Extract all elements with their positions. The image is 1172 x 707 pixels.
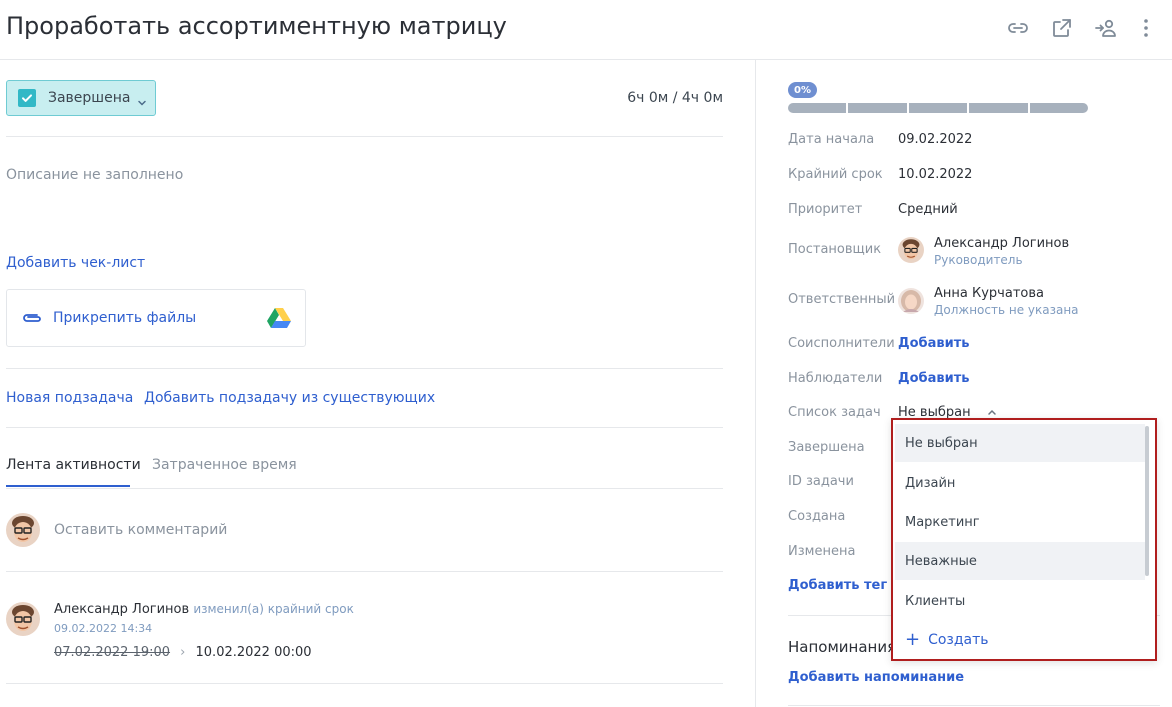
time-tracking[interactable]: 6ч 0м / 4ч 0м [627, 90, 723, 106]
assignee-label: Ответственный [788, 292, 896, 307]
divider [788, 705, 1160, 706]
chevron-down-icon [137, 93, 147, 106]
activity-change: 07.02.2022 19:00 › 10.02.2022 00:00 [54, 645, 312, 660]
tab-time-spent[interactable]: Затраченное время [152, 457, 297, 473]
old-value: 07.02.2022 19:00 [54, 645, 171, 660]
page-title: Проработать ассортиментную матрицу [6, 12, 507, 40]
dropdown-option[interactable]: Дизайн [895, 464, 1145, 502]
attach-files-button[interactable]: Прикрепить файлы [6, 289, 306, 347]
author-name[interactable]: Александр Логинов [934, 236, 1069, 251]
arrow-separator: › [180, 645, 186, 660]
active-tab-indicator [6, 485, 130, 487]
coexecutors-label: Соисполнители [788, 336, 895, 351]
status-label: Завершена [48, 90, 131, 106]
activity-entry: Александр Логинов изменил(а) крайний сро… [54, 602, 354, 617]
start-date-label: Дата начала [788, 132, 875, 147]
tasklist-dropdown[interactable]: Не выбран Дизайн Маркетинг Неважные Клие… [891, 418, 1157, 661]
google-drive-icon[interactable] [267, 307, 291, 333]
assign-user-icon[interactable] [1094, 16, 1118, 40]
add-observer-link[interactable]: Добавить [898, 371, 969, 386]
assignee-name[interactable]: Анна Курчатова [934, 286, 1044, 301]
priority-value[interactable]: Средний [898, 202, 958, 217]
new-subtask-link[interactable]: Новая подзадача [6, 390, 133, 406]
add-existing-subtask-link[interactable]: Добавить подзадачу из существующих [144, 390, 435, 406]
panel-divider [755, 60, 756, 707]
attach-files-label: Прикрепить файлы [53, 310, 197, 326]
dropdown-option[interactable]: Неважные [895, 542, 1145, 580]
more-vertical-icon[interactable] [1134, 16, 1158, 40]
create-label: Создать [928, 632, 989, 648]
activity-action: изменил(а) крайний срок [193, 602, 354, 616]
add-tag-link[interactable]: Добавить тег [788, 578, 887, 593]
avatar[interactable] [898, 237, 924, 263]
avatar [6, 513, 40, 547]
dropdown-option[interactable]: Не выбран [895, 424, 1145, 462]
paperclip-icon [21, 309, 43, 328]
reminders-title: Напоминания [788, 638, 897, 656]
deadline-value[interactable]: 10.02.2022 [898, 167, 972, 182]
divider [6, 571, 723, 572]
add-reminder-link[interactable]: Добавить напоминание [788, 670, 964, 685]
divider [6, 683, 723, 684]
priority-label: Приоритет [788, 202, 863, 217]
assignee-role: Должность не указана [934, 303, 1079, 317]
new-value: 10.02.2022 00:00 [195, 645, 312, 660]
create-tasklist-button[interactable]: + Создать [905, 629, 989, 650]
observers-label: Наблюдатели [788, 371, 883, 386]
check-icon [18, 89, 36, 107]
divider [6, 427, 723, 428]
link-icon[interactable] [1006, 16, 1030, 40]
dropdown-option[interactable]: Маркетинг [895, 503, 1145, 541]
header-divider [0, 59, 1172, 60]
start-date-value[interactable]: 09.02.2022 [898, 132, 972, 147]
plus-icon: + [905, 629, 921, 650]
dropdown-option[interactable]: Клиенты [895, 582, 1145, 620]
deadline-label: Крайний срок [788, 167, 883, 182]
task-id-label: ID задачи [788, 474, 854, 489]
add-coexecutor-link[interactable]: Добавить [898, 336, 969, 351]
progress-bar[interactable] [788, 103, 1089, 113]
tasklist-label: Список задач [788, 405, 881, 420]
avatar [6, 602, 40, 636]
comment-input[interactable]: Оставить комментарий [54, 522, 227, 538]
created-label: Создана [788, 509, 846, 524]
author-label: Постановщик [788, 242, 882, 257]
avatar[interactable] [898, 288, 924, 314]
divider [6, 368, 723, 369]
activity-author[interactable]: Александр Логинов [54, 602, 189, 617]
completed-label: Завершена [788, 440, 865, 455]
add-checklist-link[interactable]: Добавить чек-лист [6, 255, 145, 271]
activity-timestamp: 09.02.2022 14:34 [54, 622, 153, 635]
tab-activity[interactable]: Лента активности [6, 457, 141, 473]
scrollbar[interactable] [1145, 426, 1149, 576]
description-placeholder[interactable]: Описание не заполнено [6, 167, 183, 183]
modified-label: Изменена [788, 544, 856, 559]
open-external-icon[interactable] [1050, 16, 1074, 40]
author-role: Руководитель [934, 253, 1023, 267]
progress-badge: 0% [788, 82, 817, 98]
divider [6, 136, 723, 137]
divider [6, 488, 723, 489]
status-dropdown[interactable]: Завершена [6, 80, 156, 116]
